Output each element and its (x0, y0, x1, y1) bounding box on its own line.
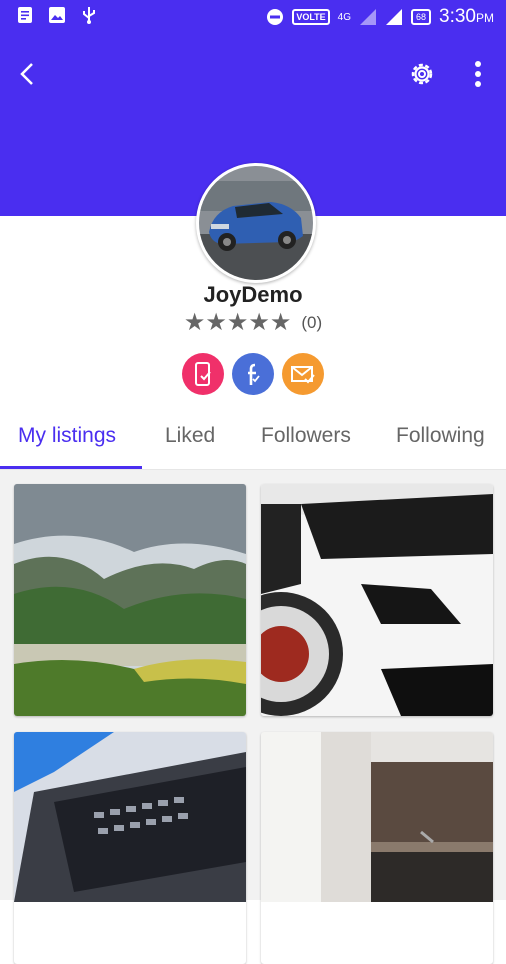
profile-username: JoyDemo (203, 282, 303, 307)
rating-count: (0) (301, 313, 323, 332)
signal-strength-icon (386, 9, 402, 25)
volte-badge: VOLTE (292, 9, 330, 25)
rating-stars: ★★★★★ (183, 309, 292, 336)
settings-icon (411, 63, 433, 85)
do-not-disturb-icon (267, 9, 284, 25)
clock: 3:30PM (439, 6, 494, 28)
profile-avatar[interactable] (196, 163, 316, 283)
avatar-car-image (199, 166, 313, 280)
facebook-icon (248, 363, 260, 385)
profile-tabs: My listings Liked Followers Following (0, 414, 506, 468)
tab-followers[interactable]: Followers (261, 424, 351, 448)
tab-liked[interactable]: Liked (165, 424, 215, 448)
listing-item[interactable] (261, 732, 493, 964)
battery-indicator: 68 (411, 9, 432, 25)
signal-icon (360, 9, 376, 25)
clock-time: 3:30 (439, 6, 476, 27)
status-bar: VOLTE 4G 68 3:30PM (0, 0, 506, 36)
back-arrow-icon (20, 63, 33, 85)
more-options-button[interactable] (456, 52, 500, 96)
listing-image-kitchen (261, 732, 493, 902)
network-type: 4G (337, 11, 351, 23)
email-verified-icon (291, 366, 315, 384)
clock-ampm: PM (476, 11, 494, 25)
facebook-verified-badge[interactable] (232, 353, 274, 395)
tab-following[interactable]: Following (396, 424, 485, 448)
listing-image-landscape (14, 484, 246, 716)
email-verified-badge[interactable] (282, 353, 324, 395)
phone-verified-badge[interactable] (182, 353, 224, 395)
listing-item[interactable] (14, 484, 246, 716)
profile-rating: ★★★★★ (0) (0, 311, 506, 335)
phone-verified-icon (195, 362, 211, 386)
back-button[interactable] (6, 52, 50, 96)
listing-image-sports-car (261, 484, 493, 716)
listing-item[interactable] (14, 732, 246, 964)
listings-grid (0, 470, 506, 902)
image-notification-icon (49, 7, 65, 23)
tab-my-listings[interactable]: My listings (18, 424, 116, 448)
settings-button[interactable] (400, 52, 444, 96)
listing-item[interactable] (261, 484, 493, 716)
listing-image-laptop (14, 732, 246, 902)
more-vertical-icon (475, 61, 481, 87)
document-notification-icon (18, 7, 32, 23)
usb-icon (83, 7, 95, 24)
